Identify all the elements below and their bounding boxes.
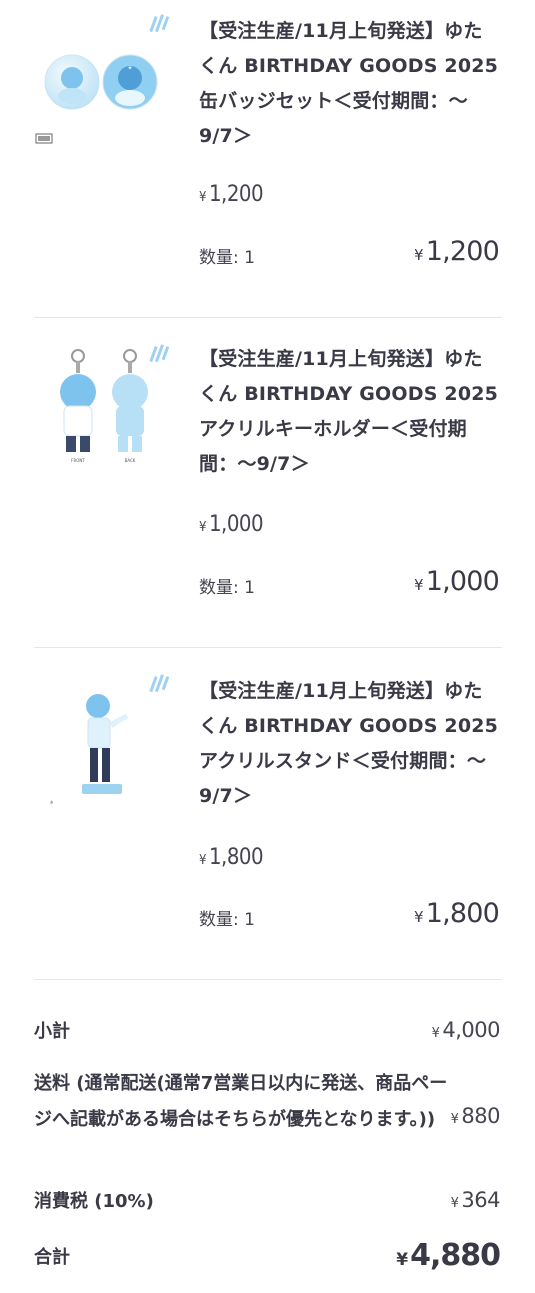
line-total: ¥1,000: [413, 566, 500, 597]
unit-price-value: 1,000: [208, 512, 264, 537]
unit-price-value: 1,800: [208, 845, 264, 870]
product-title[interactable]: 【受注生産/11月上旬発送】ゆたくん BIRTHDAY GOODS 2025 ア…: [199, 342, 501, 482]
product-thumbnail-badge-set[interactable]: ✦: [34, 12, 174, 162]
subtotal-value: ¥4,000: [431, 1018, 501, 1042]
currency-symbol: ¥: [413, 246, 424, 264]
currency-symbol: ¥: [396, 1250, 408, 1270]
line-total-value: 1,200: [425, 236, 500, 267]
order-summary-page: ✦ 【受注生産/11月上旬発送】ゆたくん BIRTHDAY GOODS 2025…: [0, 0, 535, 1293]
total-row: 合計 ¥4,880: [34, 1238, 502, 1282]
tax-row: 消費税 (10%) ¥364: [34, 1184, 502, 1224]
currency-symbol: ¥: [199, 520, 206, 535]
svg-text:※: ※: [50, 800, 53, 805]
quantity-label: 数量: 1: [199, 910, 255, 930]
currency-symbol: ¥: [450, 1112, 459, 1127]
currency-symbol: ¥: [413, 908, 424, 926]
quantity-label: 数量: 1: [199, 248, 255, 268]
product-thumbnail-keychain[interactable]: FRONT BACK: [34, 340, 174, 490]
line-total: ¥1,800: [413, 898, 500, 929]
total-label: 合計: [34, 1247, 70, 1268]
cart-item: ※ 【受注生産/11月上旬発送】ゆたくん BIRTHDAY GOODS 2025…: [0, 648, 535, 980]
subtotal-amount: 4,000: [442, 1018, 500, 1042]
product-title[interactable]: 【受注生産/11月上旬発送】ゆたくん BIRTHDAY GOODS 2025 ア…: [199, 674, 501, 814]
unit-price-value: 1,200: [208, 182, 264, 207]
shipping-label: 送料 (通常配送(通常7営業日以内に発送、商品ページへ記載がある場合はそちらが優…: [34, 1073, 448, 1130]
total-amount: 4,880: [410, 1238, 501, 1273]
subtotal-label: 小計: [34, 1021, 70, 1042]
svg-text:FRONT: FRONT: [71, 458, 85, 463]
total-value: ¥4,880: [396, 1238, 501, 1273]
unit-price: ¥1,800: [199, 845, 264, 870]
unit-price: ¥1,200: [199, 182, 264, 207]
quantity-label: 数量: 1: [199, 578, 255, 598]
currency-symbol: ¥: [413, 576, 424, 594]
line-total-value: 1,800: [425, 898, 500, 929]
shipping-value: ¥880: [450, 1104, 501, 1128]
line-total-value: 1,000: [425, 566, 500, 597]
tax-value: ¥364: [450, 1188, 501, 1212]
currency-symbol: ¥: [199, 853, 206, 868]
shipping-row: 送料 (通常配送(通常7営業日以内に発送、商品ページへ記載がある場合はそちらが優…: [34, 1066, 502, 1176]
svg-text:BACK: BACK: [125, 458, 136, 463]
cart-item: FRONT BACK 【受注生産/11月上旬発送】ゆたくん BIRTHDAY G…: [0, 318, 535, 648]
product-title[interactable]: 【受注生産/11月上旬発送】ゆたくん BIRTHDAY GOODS 2025 缶…: [199, 14, 501, 154]
tax-label: 消費税 (10%): [34, 1191, 154, 1212]
svg-text:✦: ✦: [127, 65, 132, 72]
currency-symbol: ¥: [199, 190, 206, 205]
tax-amount: 364: [461, 1188, 500, 1212]
product-thumbnail-acrylic-stand[interactable]: ※: [34, 670, 174, 820]
divider: [34, 979, 502, 980]
shipping-amount: 880: [461, 1104, 500, 1128]
currency-symbol: ¥: [450, 1196, 459, 1211]
unit-price: ¥1,000: [199, 512, 264, 537]
cart-item: ✦ 【受注生産/11月上旬発送】ゆたくん BIRTHDAY GOODS 2025…: [0, 0, 535, 318]
subtotal-row: 小計 ¥4,000: [34, 1014, 502, 1054]
line-total: ¥1,200: [413, 236, 500, 267]
currency-symbol: ¥: [431, 1026, 440, 1041]
